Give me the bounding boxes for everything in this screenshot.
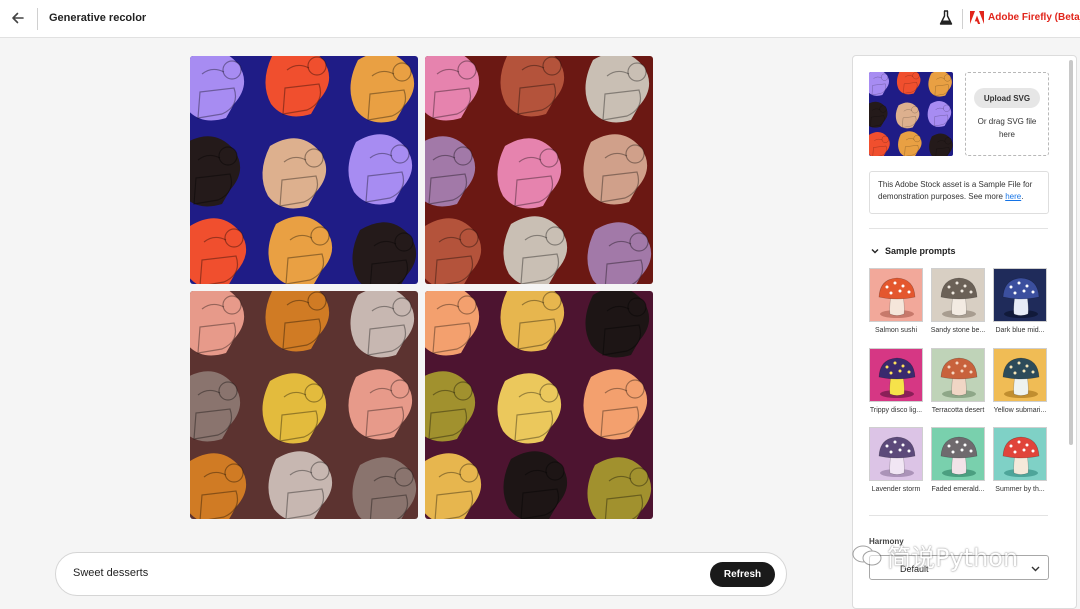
brand[interactable]: Adobe Firefly (Beta) xyxy=(970,11,1080,24)
mushroom-thumbnail xyxy=(993,427,1047,481)
upload-hint: Or drag SVG file here xyxy=(977,117,1037,139)
sample-prompt-terracotta-desert[interactable]: Terracotta desert xyxy=(931,348,987,414)
mushroom-thumbnail xyxy=(993,268,1047,322)
sample-label: Dark blue mid... xyxy=(995,327,1045,334)
sample-prompt-lavender-storm[interactable]: Lavender storm xyxy=(869,427,925,493)
page-title: Generative recolor xyxy=(49,12,147,24)
result-tile-1[interactable] xyxy=(190,56,418,284)
mushroom-thumbnail xyxy=(931,348,985,402)
notice-link[interactable]: here xyxy=(1005,192,1021,201)
sample-prompt-faded-emerald[interactable]: Faded emerald... xyxy=(931,427,987,493)
mushroom-thumbnail xyxy=(931,268,985,322)
upload-dropzone[interactable]: Upload SVG Or drag SVG file here xyxy=(965,72,1049,156)
header-divider-2 xyxy=(962,9,963,29)
arrow-left-icon[interactable] xyxy=(8,8,28,28)
brand-name: Adobe Firefly (Beta) xyxy=(988,12,1080,23)
chevron-down-icon xyxy=(1031,566,1040,572)
sample-prompt-salmon-sushi[interactable]: Salmon sushi xyxy=(869,268,925,334)
prompt-bar: Refresh xyxy=(55,552,787,596)
mushroom-thumbnail xyxy=(869,268,923,322)
flask-icon[interactable] xyxy=(939,10,953,26)
mushroom-thumbnail xyxy=(931,427,985,481)
sample-label: Sandy stone be... xyxy=(930,327,986,334)
sample-label: Salmon sushi xyxy=(874,327,918,334)
sample-prompt-trippy-disco[interactable]: Trippy disco lig... xyxy=(869,348,925,414)
chat-bubble-icon xyxy=(852,545,882,565)
sample-prompt-dark-blue[interactable]: Dark blue mid... xyxy=(993,268,1049,334)
stock-notice: This Adobe Stock asset is a Sample File … xyxy=(869,171,1049,214)
source-thumbnail xyxy=(869,72,953,156)
adobe-logo-icon xyxy=(970,11,984,24)
sample-label: Yellow submari... xyxy=(993,407,1047,414)
sample-prompts-toggle[interactable]: Sample prompts xyxy=(871,246,956,256)
result-tile-3[interactable] xyxy=(190,291,418,519)
prompt-input[interactable] xyxy=(73,567,673,579)
notice-end: . xyxy=(1021,192,1024,201)
sample-prompts-title: Sample prompts xyxy=(885,246,956,256)
divider xyxy=(869,515,1048,516)
sample-label: Faded emerald... xyxy=(931,486,985,493)
upload-svg-button[interactable]: Upload SVG xyxy=(974,88,1040,108)
sample-label: Terracotta desert xyxy=(931,407,985,414)
sample-prompt-summer[interactable]: Summer by th... xyxy=(993,427,1049,493)
panel-scrollbar[interactable] xyxy=(1069,60,1073,445)
mushroom-thumbnail xyxy=(869,427,923,481)
top-bar: Generative recolor Adobe Firefly (Beta) xyxy=(0,0,1080,38)
result-tile-2[interactable] xyxy=(425,56,653,284)
options-panel: Upload SVG Or drag SVG file here This Ad… xyxy=(852,55,1077,609)
watermark: 简说Python xyxy=(851,538,1018,573)
divider xyxy=(869,228,1048,229)
sample-label: Summer by th... xyxy=(995,486,1045,493)
watermark-text: 简说Python xyxy=(887,544,1019,572)
sample-prompt-yellow-submarine[interactable]: Yellow submari... xyxy=(993,348,1049,414)
refresh-button[interactable]: Refresh xyxy=(710,562,775,587)
sample-prompt-sandy-stone[interactable]: Sandy stone be... xyxy=(931,268,987,334)
mushroom-thumbnail xyxy=(869,348,923,402)
header-divider xyxy=(37,8,38,30)
result-tile-4[interactable] xyxy=(425,291,653,519)
sample-label: Lavender storm xyxy=(871,486,921,493)
mushroom-thumbnail xyxy=(993,348,1047,402)
sample-label: Trippy disco lig... xyxy=(869,407,923,414)
chevron-down-icon xyxy=(871,249,879,254)
